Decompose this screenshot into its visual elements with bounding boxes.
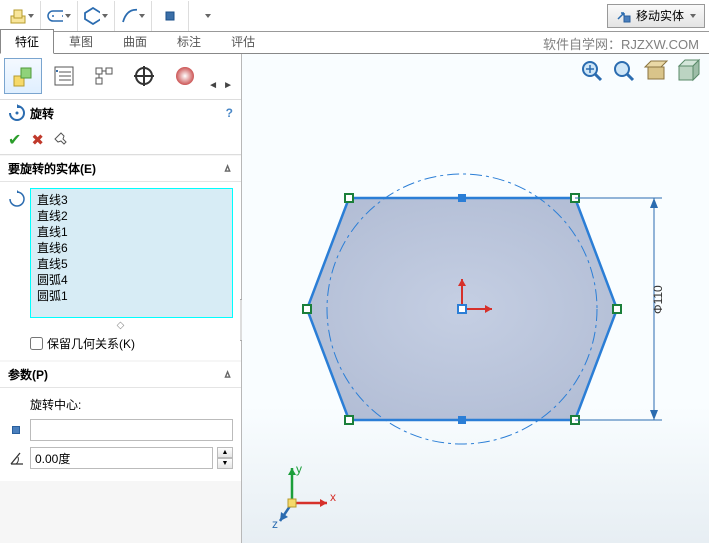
tab-evaluate[interactable]: 评估 [216,29,270,54]
graphics-viewport[interactable]: Φ110 x y z [242,54,709,543]
command-tabs: 特征 草图 曲面 标注 评估 软件自学网：RJZXW.COM [0,32,709,54]
list-resize-handle[interactable]: ◇ [8,318,233,331]
list-item[interactable]: 直线1 [37,224,226,240]
angle-icon [8,449,26,467]
zoom-fit-icon[interactable] [579,58,605,84]
chevron-down-icon [65,14,71,18]
preserve-relations-label: 保留几何关系(K) [47,335,135,352]
polygon-tool[interactable] [84,4,108,28]
ribbon-group-point [152,1,189,31]
property-manager-panel: ◄ ► 旋转 ? ✔ ✖ 要旋转的实体(E) ㅿ [0,54,242,543]
vertex-handle[interactable] [345,416,353,424]
center-input[interactable] [30,419,233,441]
center-point-icon [12,426,20,434]
list-item[interactable]: 直线3 [37,192,226,208]
triad-x-label: x [330,490,336,504]
list-item[interactable]: 直线6 [37,240,226,256]
misc-dropdown[interactable] [195,4,219,28]
ribbon-group-feature [4,1,41,31]
entities-listbox[interactable]: 直线3 直线2 直线1 直线6 直线5 圆弧4 圆弧1 [30,188,233,318]
triad-z-label: z [272,517,278,531]
entities-section-title: 要旋转的实体(E) [8,160,96,177]
nav-next[interactable]: ► [221,79,235,93]
property-manager-tab[interactable] [44,58,82,94]
list-item[interactable]: 圆弧4 [37,272,226,288]
ribbon-toolbar: 移动实体 [0,0,709,32]
vertex-handle[interactable] [303,305,311,313]
params-section: 参数(P) ㅿ 旋转中心: ▲▼ [0,362,241,481]
chevron-down-icon [205,14,211,18]
dimension-value: Φ110 [651,285,665,314]
chevron-down-icon [102,14,108,18]
tab-sketch[interactable]: 草图 [54,29,108,54]
rotate-selection-icon [8,188,26,211]
move-solid-label: 移动实体 [636,7,684,24]
params-section-head[interactable]: 参数(P) ㅿ [0,362,241,388]
list-item[interactable]: 直线2 [37,208,226,224]
chevron-down-icon [28,14,34,18]
manager-tab-icons: ◄ ► [0,54,241,100]
sketch-svg: Φ110 [262,94,692,514]
collapse-icon[interactable]: ㅿ [222,160,233,177]
pm-title-bar: 旋转 ? [0,100,241,126]
config-manager-tab[interactable] [85,58,123,94]
preserve-relations-checkbox[interactable] [30,337,43,350]
spin-down[interactable]: ▼ [217,458,233,469]
point-tool[interactable] [158,4,182,28]
tab-annotate[interactable]: 标注 [162,29,216,54]
tab-feature[interactable]: 特征 [0,29,54,54]
edge-midpoint[interactable] [458,416,466,424]
view-triad[interactable]: x y z [272,463,342,533]
dimxpert-tab[interactable] [125,58,163,94]
watermark-label: 软件自学网：RJZXW.COM [543,34,699,53]
ribbon-group-spline [115,1,152,31]
chevron-down-icon [690,14,696,18]
params-section-title: 参数(P) [8,366,48,383]
vertex-handle[interactable] [345,194,353,202]
collapse-icon[interactable]: ㅿ [222,366,233,383]
feature-dropdown[interactable] [10,4,34,28]
appearance-tab[interactable] [166,58,204,94]
display-style-icon[interactable] [675,58,701,84]
ribbon-group-misc [189,1,225,31]
move-solid-button[interactable]: 移动实体 [607,4,705,28]
rotate-icon [8,104,26,122]
angle-spinner[interactable]: ▲▼ [217,447,233,469]
pm-action-row: ✔ ✖ [0,126,241,155]
tab-surface[interactable]: 曲面 [108,29,162,54]
edge-midpoint[interactable] [458,194,466,202]
center-label: 旋转中心: [8,394,233,417]
entities-section-head[interactable]: 要旋转的实体(E) ㅿ [0,156,241,182]
chevron-down-icon [139,14,145,18]
entities-section: 要旋转的实体(E) ㅿ 直线3 直线2 直线1 直线6 直线5 圆弧4 圆弧1 [0,156,241,360]
help-button[interactable]: ? [226,106,233,120]
ribbon-group-polygon [78,1,115,31]
spin-up[interactable]: ▲ [217,447,233,458]
cancel-button[interactable]: ✖ [31,131,44,149]
feature-manager-tab[interactable] [4,58,42,94]
list-item[interactable]: 直线5 [37,256,226,272]
angle-input[interactable] [30,447,213,469]
spline-tool[interactable] [121,4,145,28]
vertex-handle[interactable] [613,305,621,313]
view-orientation-icon[interactable] [643,58,669,84]
view-toolbar [579,58,701,84]
ribbon-group-slot [41,1,78,31]
zoom-icon[interactable] [611,58,637,84]
pin-button[interactable] [54,132,68,149]
triad-y-label: y [296,463,302,476]
panel-nav-arrows: ◄ ► [206,58,237,99]
nav-prev[interactable]: ◄ [206,79,220,93]
list-item[interactable]: 圆弧1 [37,288,226,304]
slot-tool[interactable] [47,4,71,28]
pm-title-text: 旋转 [30,105,54,122]
ok-button[interactable]: ✔ [8,130,21,150]
